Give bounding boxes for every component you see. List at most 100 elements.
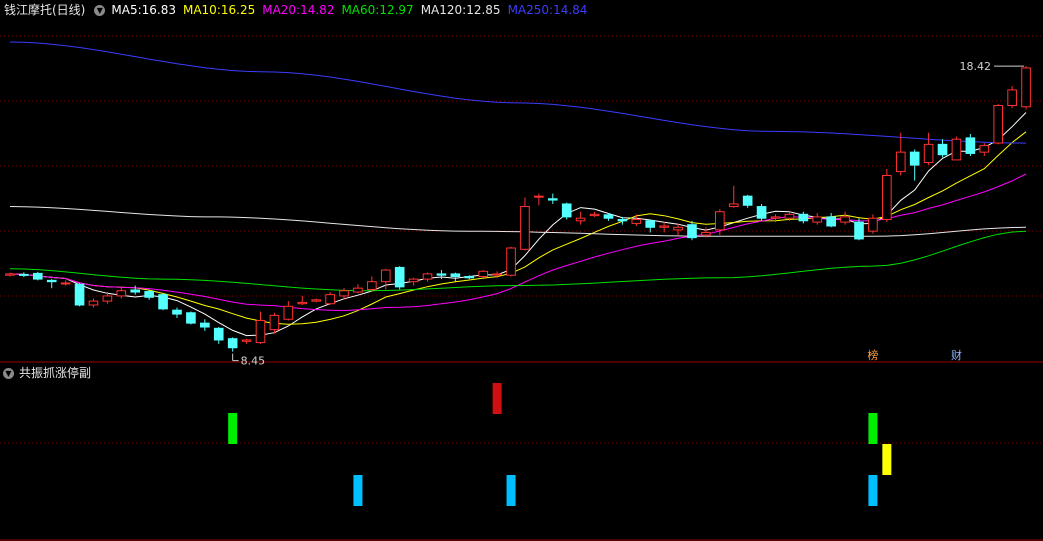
candle	[60, 280, 71, 286]
candle	[227, 337, 238, 352]
low-price-label: 8.45	[241, 355, 266, 368]
chart-title: 钱江摩托(日线)	[4, 3, 86, 17]
candle	[269, 312, 280, 334]
candle	[993, 104, 1004, 145]
ma20-value: 14.82	[300, 3, 335, 17]
indicator-header: ▼ 共振抓涨停副	[0, 363, 97, 383]
ma60-value: 12.97	[379, 3, 414, 17]
candle	[979, 143, 990, 157]
candle	[937, 139, 948, 158]
candle	[158, 293, 168, 311]
candle	[186, 311, 196, 325]
candle	[882, 168, 892, 223]
ma10-legend: MA10:16.25	[183, 0, 255, 20]
candle	[728, 185, 739, 208]
ma250-value: 14.84	[553, 3, 588, 17]
ma60-line	[9, 230, 1027, 292]
signal-bar	[868, 475, 878, 506]
candle	[353, 284, 363, 294]
signal-bar	[353, 475, 363, 506]
candle	[130, 285, 141, 295]
candle	[422, 272, 433, 282]
chart-annotations: 18.42 8.45 榜 财	[232, 60, 1025, 368]
candle	[408, 277, 419, 286]
candle	[534, 193, 544, 206]
signal-bar	[882, 444, 892, 475]
candle	[868, 214, 878, 234]
candle	[798, 211, 809, 224]
candle	[283, 301, 294, 321]
candle	[895, 132, 906, 176]
candle	[394, 266, 405, 290]
candle	[589, 211, 600, 217]
candle	[213, 327, 224, 344]
candle	[742, 194, 753, 208]
chevron-down-icon[interactable]: ▼	[3, 367, 14, 379]
candle	[367, 276, 377, 293]
candle	[255, 311, 266, 344]
candle	[561, 202, 572, 220]
event-marker[interactable]: 财	[949, 348, 964, 362]
event-marker-label: 榜	[867, 348, 878, 362]
ma250-line	[9, 41, 1027, 144]
indicator-signal-bars	[228, 383, 892, 506]
ma120-label: MA120:	[420, 3, 467, 17]
candle	[659, 222, 669, 233]
ma5-label: MA5:	[111, 3, 142, 17]
candle	[311, 298, 321, 303]
ma250-legend: MA250:14.84	[508, 0, 588, 20]
candle	[520, 197, 530, 251]
ma60-legend: MA60:12.97	[341, 0, 413, 20]
chevron-down-icon[interactable]: ▼	[94, 4, 106, 16]
candle	[172, 307, 182, 318]
signal-bar	[506, 475, 516, 506]
candle	[687, 220, 697, 241]
ma120-legend: MA120:12.85	[421, 0, 501, 20]
event-marker-label: 财	[951, 348, 962, 362]
candle	[1021, 66, 1031, 110]
candle	[923, 132, 934, 166]
indicator-title: 共振抓涨停副	[19, 366, 92, 380]
ma10-label: MA10:	[182, 3, 221, 17]
candle	[450, 272, 461, 282]
ma250-label: MA250:	[507, 3, 554, 17]
candle	[19, 272, 29, 278]
high-price-label: 18.42	[960, 60, 992, 73]
candle	[241, 338, 252, 344]
candle	[645, 219, 656, 233]
candle	[909, 149, 920, 181]
candle	[756, 203, 767, 221]
candle	[506, 246, 516, 277]
candle	[631, 214, 642, 226]
candle	[32, 271, 43, 281]
moving-average-lines	[9, 41, 1027, 337]
candle	[854, 218, 864, 241]
candle	[200, 319, 210, 331]
candle	[5, 272, 15, 277]
ma5-legend: MA5:16.83	[111, 0, 176, 20]
ma20-line	[9, 173, 1027, 312]
ma20-legend: MA20:14.82	[262, 0, 334, 20]
signal-bar	[228, 413, 238, 444]
candle	[325, 292, 335, 305]
main-chart-header: 钱江摩托(日线) ▼ MA5:16.83 MA10:16.25 MA20:14.…	[0, 0, 594, 20]
candle	[116, 286, 127, 299]
event-marker[interactable]: 榜	[865, 348, 880, 362]
signal-bar	[492, 383, 502, 414]
candle	[46, 279, 57, 289]
candle	[812, 213, 823, 225]
ma5-value: 16.83	[141, 3, 176, 17]
candle	[826, 213, 836, 228]
candle	[74, 282, 85, 307]
candle	[951, 136, 962, 161]
candle	[547, 193, 558, 204]
ma60-label: MA60:	[341, 3, 380, 17]
candle	[575, 211, 586, 225]
candle	[840, 211, 850, 225]
ma10-value: 16.25	[220, 3, 256, 17]
kline-chart: 18.42 8.45 榜 财	[0, 35, 1043, 541]
ma120-value: 12.85	[466, 3, 501, 17]
candle	[478, 270, 489, 278]
candle	[88, 298, 99, 308]
candle	[297, 295, 308, 305]
